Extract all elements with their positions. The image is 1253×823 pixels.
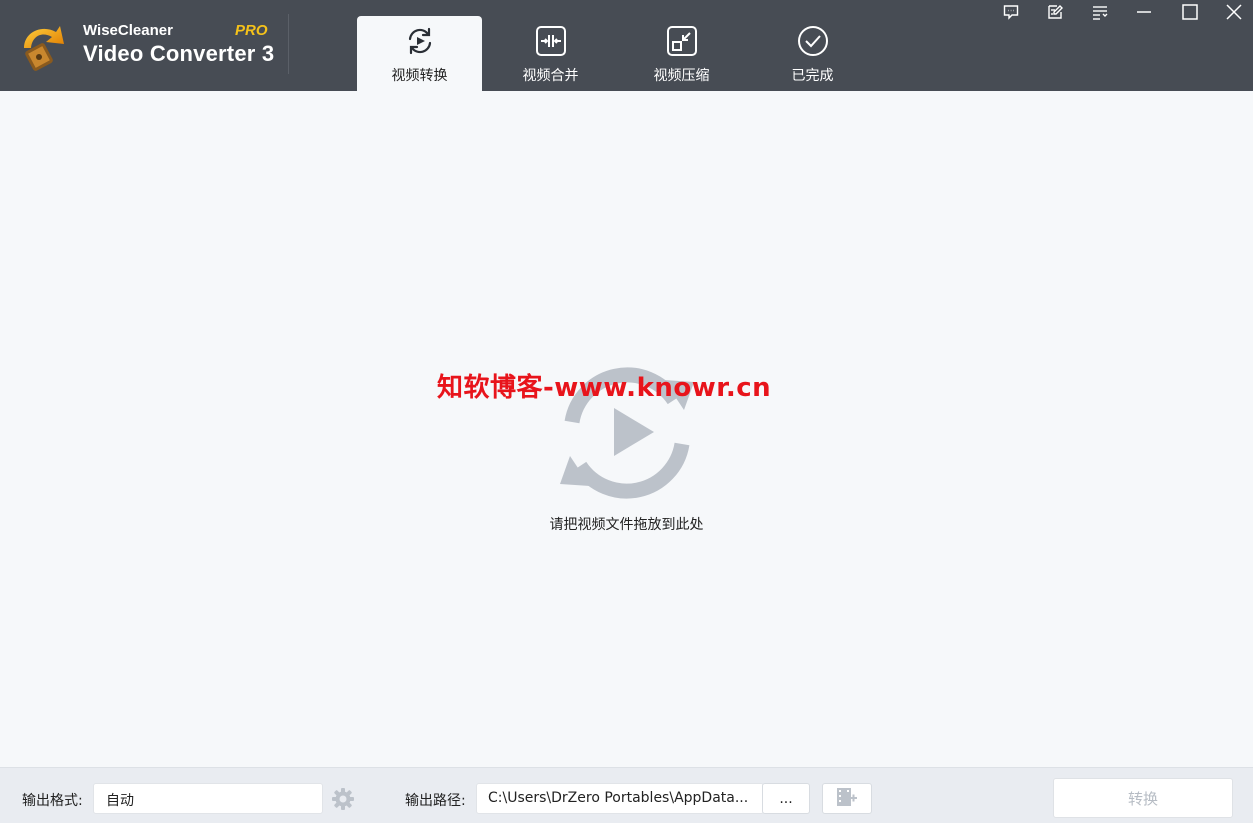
- bottom-toolbar: 输出格式: 自动 输出路径: C:\Users\DrZero Portables…: [0, 767, 1253, 823]
- menu-icon: [1092, 4, 1108, 24]
- minimize-button[interactable]: [1122, 0, 1166, 28]
- check-circle-icon: [797, 25, 829, 57]
- app-logo-icon: [14, 18, 70, 74]
- edit-icon: [1047, 4, 1063, 24]
- output-format-select[interactable]: 自动: [93, 783, 323, 814]
- maximize-icon: [1182, 4, 1198, 24]
- tab-label: 视频压缩: [653, 68, 710, 84]
- tab-video-convert[interactable]: 视频转换: [357, 16, 482, 91]
- browse-path-button[interactable]: ...: [762, 783, 810, 814]
- feedback-icon: [1003, 4, 1019, 24]
- output-path-field[interactable]: C:\Users\DrZero Portables\AppData...: [476, 783, 764, 814]
- file-drop-area[interactable]: 知软博客-www.knowr.cn 请把视频文件拖放到此处: [0, 91, 1253, 767]
- close-button[interactable]: [1212, 0, 1253, 28]
- feedback-button[interactable]: [989, 0, 1033, 28]
- refresh-icon: [404, 25, 436, 57]
- tab-label: 视频合并: [522, 68, 579, 84]
- compress-icon: [666, 25, 698, 57]
- maximize-button[interactable]: [1168, 0, 1212, 28]
- output-path-label: 输出路径:: [405, 793, 466, 809]
- divider: [288, 14, 289, 74]
- menu-button[interactable]: [1078, 0, 1122, 28]
- open-folder-button[interactable]: [822, 783, 872, 814]
- app-title: Video Converter 3: [83, 41, 275, 66]
- tab-video-compress[interactable]: 视频压缩: [619, 16, 744, 91]
- watermark-text: 知软博客-www.knowr.cn: [437, 373, 772, 403]
- output-format-label: 输出格式:: [22, 793, 83, 809]
- title-bar: WiseCleaner Video Converter 3 PRO 视频转换 视…: [0, 0, 1253, 91]
- convert-button[interactable]: 转换: [1053, 778, 1233, 818]
- add-video-icon: [837, 787, 857, 810]
- pro-badge: PRO: [235, 22, 268, 39]
- format-settings-button[interactable]: [332, 788, 354, 810]
- edit-button[interactable]: [1033, 0, 1077, 28]
- tab-completed[interactable]: 已完成: [750, 16, 875, 91]
- minimize-icon: [1136, 4, 1152, 24]
- tab-label: 视频转换: [391, 68, 448, 84]
- brand-company: WiseCleaner: [83, 22, 173, 39]
- drop-hint-text: 请把视频文件拖放到此处: [549, 517, 704, 533]
- tab-video-merge[interactable]: 视频合并: [488, 16, 613, 91]
- tab-label: 已完成: [791, 68, 834, 84]
- gear-icon: [332, 788, 354, 814]
- close-icon: [1226, 4, 1242, 24]
- merge-icon: [535, 25, 567, 57]
